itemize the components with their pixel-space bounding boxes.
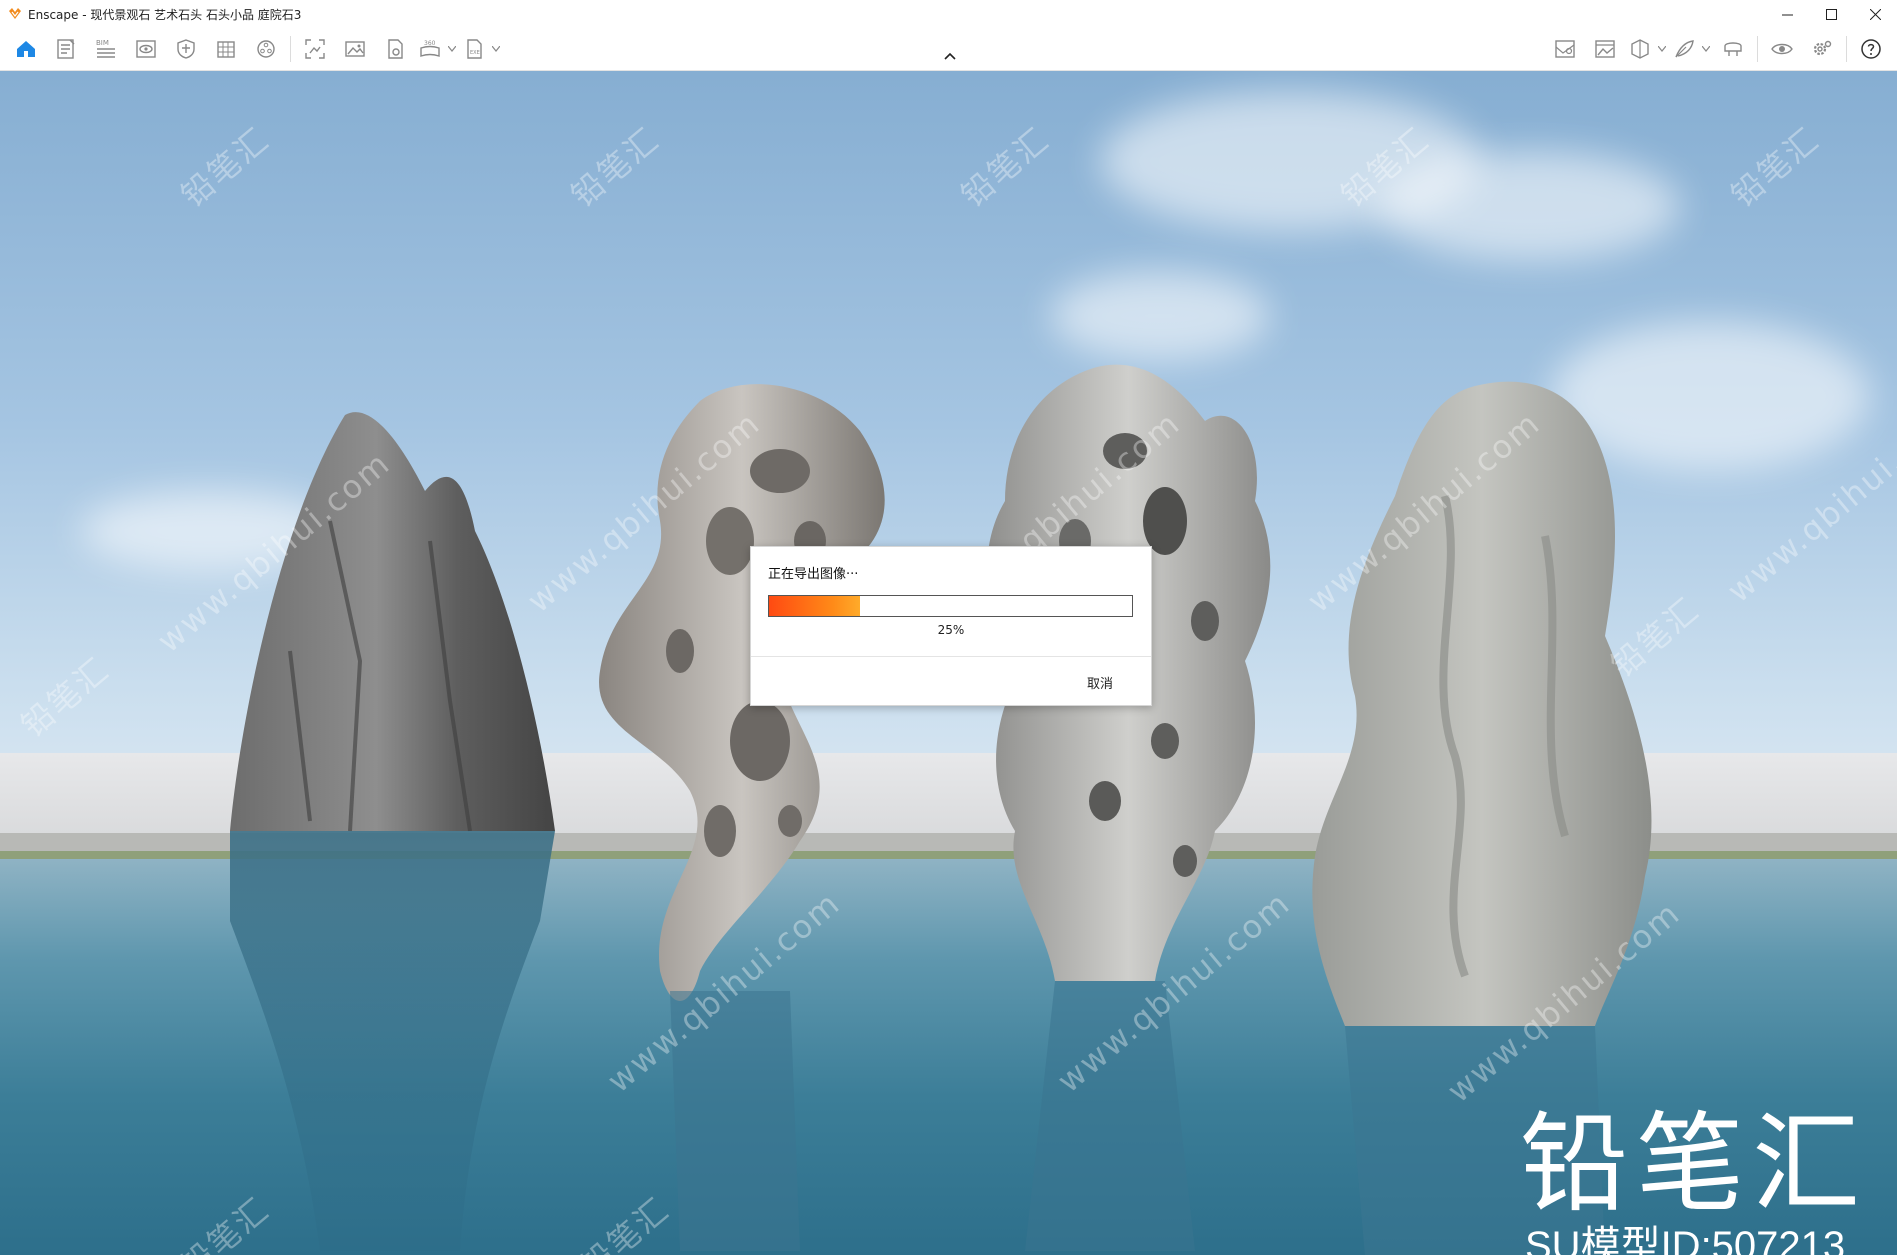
map-icon [1555,40,1575,58]
watermark-text: 铅笔汇 [953,120,1057,215]
panorama-button[interactable]: 360 [415,28,445,70]
minimize-button[interactable] [1765,0,1809,28]
exe-export-button[interactable]: EXE [459,28,489,70]
film-reel-icon [257,40,275,58]
image-gallery-button[interactable] [1585,28,1625,70]
collapse-toolbar-button[interactable] [938,46,962,66]
panorama-dropdown-caret[interactable] [445,28,459,70]
vr-headset-icon [1724,42,1742,56]
home-icon [17,41,35,57]
shield-icon [177,39,195,59]
exe-export-icon: EXE [467,39,482,59]
eye-icon [1771,43,1793,55]
toolbar-separator [290,36,291,62]
material-reel-button[interactable] [246,28,286,70]
section-dropdown-caret[interactable] [1655,28,1669,70]
toolbar-right-group [1545,28,1891,70]
image-icon [345,41,365,57]
chevron-down-icon [1658,46,1666,52]
home-button[interactable] [6,28,46,70]
window-controls [1765,0,1897,28]
export-file-button[interactable] [375,28,415,70]
export-progress-bar [768,595,1133,617]
export-file-icon [388,39,403,59]
capture-frame-icon [305,39,325,59]
chevron-down-icon [448,46,456,52]
watermark-text: 铅笔汇 [13,650,117,745]
progress-percent: 25% [937,623,965,637]
building-button[interactable] [206,28,246,70]
chevron-down-icon [492,46,500,52]
exe-dropdown-caret[interactable] [489,28,503,70]
maximize-icon [1825,8,1837,20]
exe-icon-label: EXE [470,50,480,56]
toolbar-separator [1757,36,1758,62]
progress-fill [769,596,860,616]
settings-gear-icon [1813,40,1832,56]
rock-center-right [986,364,1271,1251]
panorama-360-icon: 360 [420,40,440,57]
minimize-icon [1781,14,1793,15]
export-progress-dialog: 正在导出图像··· 25% 取消 [750,546,1152,706]
feather-icon [1675,40,1694,58]
asset-shield-button[interactable] [166,28,206,70]
title-bar: Enscape - 现代景观石 艺术石头 石头小品 庭院石3 [0,0,1897,28]
dialog-separator [751,656,1151,657]
watermark-text: 铅笔汇 [1723,120,1827,215]
view-button[interactable] [126,28,166,70]
bim-icon: BIM [96,39,115,58]
brand-watermark: 铅笔汇 [1520,1102,1869,1227]
section-cube-button[interactable] [1625,28,1655,70]
settings-button[interactable] [1802,28,1842,70]
help-icon [1861,39,1881,59]
image-gallery-icon [1595,40,1615,58]
enscape-logo-icon [9,8,21,19]
feather-dropdown-caret[interactable] [1699,28,1713,70]
visibility-button[interactable] [1762,28,1802,70]
window-title: Enscape - 现代景观石 艺术石头 石头小品 庭院石3 [28,7,302,22]
cancel-button[interactable]: 取消 [1083,671,1117,694]
feather-button[interactable] [1669,28,1699,70]
toolbar-left-group: BIM 360 EXE [6,28,503,70]
project-document-button[interactable] [46,28,86,70]
model-id-watermark: SU模型ID:507213 [1525,1224,1846,1255]
image-button[interactable] [335,28,375,70]
toolbar-separator [1846,36,1847,62]
rock-left [230,412,555,1251]
map-button[interactable] [1545,28,1585,70]
sky-cloud [1380,151,1680,261]
chevron-up-icon [944,52,956,60]
sky-cloud [1050,271,1270,361]
screenshot-button[interactable] [295,28,335,70]
watermark-text: 铅笔汇 [173,120,277,215]
cube-icon [1631,39,1649,59]
dialog-title: 正在导出图像··· [768,567,859,582]
chevron-down-icon [1702,46,1710,52]
vr-headset-button[interactable] [1713,28,1753,70]
watermark-text: 铅笔汇 [563,120,667,215]
document-icon [57,39,75,59]
building-icon [217,41,235,58]
view-icon [136,40,156,58]
bim-icon-label: BIM [96,39,109,47]
close-button[interactable] [1853,0,1897,28]
close-icon [1869,8,1881,20]
bim-button[interactable]: BIM [86,28,126,70]
maximize-button[interactable] [1809,0,1853,28]
help-button[interactable] [1851,28,1891,70]
